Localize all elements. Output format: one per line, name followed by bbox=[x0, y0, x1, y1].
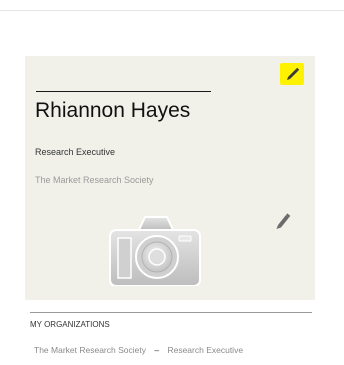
edit-profile-button[interactable] bbox=[279, 60, 307, 88]
organization-separator: – bbox=[154, 345, 160, 355]
top-divider bbox=[0, 10, 344, 11]
organization-name-link[interactable]: The Market Research Society bbox=[34, 345, 146, 355]
profile-job-title: Research Executive bbox=[35, 147, 116, 157]
profile-card: Rhiannon Hayes Research Executive The Ma… bbox=[25, 56, 315, 300]
pencil-icon bbox=[276, 213, 291, 229]
organization-list-item: The Market Research Society – Research E… bbox=[34, 345, 243, 355]
organization-role: Research Executive bbox=[167, 345, 244, 355]
name-divider bbox=[36, 91, 211, 92]
organizations-heading: MY ORGANIZATIONS bbox=[30, 320, 110, 329]
edit-photo-button[interactable] bbox=[272, 209, 294, 231]
profile-name: Rhiannon Hayes bbox=[35, 99, 191, 122]
camera-icon[interactable] bbox=[109, 212, 201, 286]
organizations-divider bbox=[30, 312, 312, 313]
profile-organization: The Market Research Society bbox=[35, 175, 154, 185]
pencil-icon bbox=[287, 67, 300, 80]
